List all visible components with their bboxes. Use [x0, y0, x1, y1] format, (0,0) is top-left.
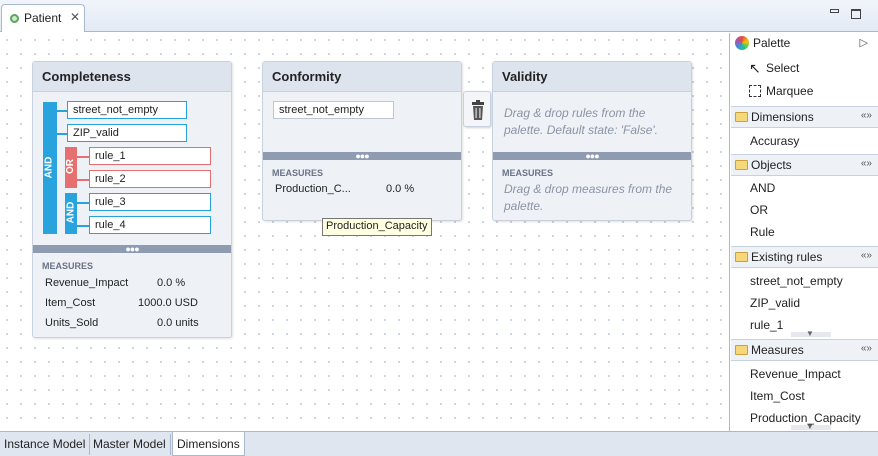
- dimension-title: Validity: [502, 69, 548, 84]
- measures-label: MEASURES: [42, 261, 94, 271]
- dimension-header[interactable]: Validity: [493, 62, 691, 92]
- measure-value: 0.0 %: [157, 277, 186, 289]
- scroll-more-button[interactable]: ▼: [791, 329, 831, 338]
- rule-3[interactable]: rule_3: [89, 193, 211, 211]
- section-separator[interactable]: ●●●: [263, 152, 461, 161]
- palette-toggle-icon[interactable]: ▷: [860, 36, 868, 49]
- palette-group-existing-rules[interactable]: Existing rules «»: [731, 246, 878, 268]
- rule-street-not-empty[interactable]: street_not_empty: [273, 101, 394, 119]
- palette-group-objects[interactable]: Objects «»: [731, 154, 878, 176]
- marquee-icon: [749, 85, 761, 97]
- measures-label: MEASURES: [272, 168, 324, 178]
- palette-item[interactable]: rule_1: [750, 318, 783, 332]
- palette-icon: [735, 36, 749, 50]
- dimension-title: Conformity: [272, 69, 342, 84]
- dimension-validity[interactable]: Validity Drag & drop rules from the pale…: [492, 61, 692, 221]
- folder-icon: [735, 345, 748, 355]
- rule-4[interactable]: rule_4: [89, 216, 211, 234]
- palette-item[interactable]: Rule: [750, 225, 775, 239]
- dimension-completeness[interactable]: Completeness AND street_not_empty ZIP_va…: [32, 61, 232, 338]
- chevron-down-icon: ▼: [806, 329, 814, 338]
- palette-item[interactable]: Item_Cost: [750, 389, 805, 403]
- measure-value: 0.0 units: [157, 317, 199, 329]
- collapse-icon[interactable]: «»: [861, 158, 872, 169]
- rule-2[interactable]: rule_2: [89, 170, 211, 188]
- collapse-icon[interactable]: «»: [861, 250, 872, 261]
- bottom-tab-bar: Instance Model Master Model Dimensions: [0, 431, 878, 456]
- measure-name[interactable]: Production_C...: [275, 183, 351, 195]
- or-operator[interactable]: OR: [65, 147, 77, 188]
- dimension-header[interactable]: Conformity: [263, 62, 461, 92]
- editor-tab-bar: Patient ✕: [0, 0, 878, 32]
- and-operator[interactable]: AND: [65, 193, 77, 234]
- tab-dimensions[interactable]: Dimensions: [172, 432, 245, 456]
- rule-street-not-empty[interactable]: street_not_empty: [67, 101, 187, 119]
- tooltip: Production_Capacity: [322, 218, 432, 236]
- palette-item[interactable]: AND: [750, 181, 775, 195]
- measure-value: 1000.0 USD: [138, 297, 198, 309]
- collapse-icon[interactable]: «»: [861, 343, 872, 354]
- rules-drop-hint: Drag & drop rules from the palette. Defa…: [504, 106, 658, 137]
- model-icon: [10, 14, 19, 23]
- dimension-title: Completeness: [42, 69, 131, 84]
- and-operator[interactable]: AND: [43, 102, 57, 234]
- measures-label: MEASURES: [502, 168, 554, 178]
- scroll-more-button[interactable]: ▼: [791, 422, 831, 431]
- dimension-conformity[interactable]: Conformity street_not_empty ●●● MEASURES…: [262, 61, 462, 221]
- palette-item[interactable]: Revenue_Impact: [750, 367, 841, 381]
- close-icon[interactable]: ✕: [70, 10, 80, 24]
- tab-instance-model[interactable]: Instance Model: [0, 434, 91, 455]
- dimension-header[interactable]: Completeness: [33, 62, 231, 92]
- palette-item[interactable]: OR: [750, 203, 768, 217]
- folder-icon: [735, 112, 748, 122]
- section-separator[interactable]: ●●●: [493, 152, 691, 161]
- minimize-icon[interactable]: [830, 9, 839, 13]
- trash-icon: [472, 100, 484, 120]
- measure-name[interactable]: Item_Cost: [45, 297, 95, 309]
- palette-item[interactable]: street_not_empty: [750, 274, 843, 288]
- palette-item[interactable]: ZIP_valid: [750, 296, 800, 310]
- delete-button[interactable]: [463, 91, 491, 127]
- diagram-canvas[interactable]: Completeness AND street_not_empty ZIP_va…: [0, 33, 730, 431]
- rule-1[interactable]: rule_1: [89, 147, 211, 165]
- measures-drop-hint: Drag & drop measures from the palette.: [504, 182, 673, 213]
- measure-name[interactable]: Revenue_Impact: [45, 277, 128, 289]
- section-separator[interactable]: ●●●: [33, 245, 231, 254]
- palette-header[interactable]: Palette ▷: [731, 33, 878, 55]
- palette-title: Palette: [753, 36, 791, 50]
- collapse-icon[interactable]: «»: [861, 110, 872, 121]
- folder-icon: [735, 252, 748, 262]
- arrow-pointer-icon: ↖: [749, 60, 761, 76]
- editor-tab-label: Patient: [24, 11, 62, 25]
- editor-tab-patient[interactable]: Patient ✕: [1, 4, 85, 32]
- measure-value: 0.0 %: [386, 183, 415, 195]
- rule-zip-valid[interactable]: ZIP_valid: [67, 124, 187, 142]
- maximize-icon[interactable]: [851, 9, 861, 19]
- tab-master-model[interactable]: Master Model: [89, 434, 171, 455]
- palette-item[interactable]: Accurasy: [750, 134, 799, 148]
- folder-icon: [735, 160, 748, 170]
- palette-group-dimensions[interactable]: Dimensions «»: [731, 106, 878, 128]
- palette: Palette ▷ ↖ Select Marquee Dimensions «»…: [731, 33, 878, 431]
- palette-group-measures[interactable]: Measures «»: [731, 339, 878, 361]
- measure-name[interactable]: Units_Sold: [45, 317, 98, 329]
- chevron-down-icon: ▼: [806, 422, 814, 431]
